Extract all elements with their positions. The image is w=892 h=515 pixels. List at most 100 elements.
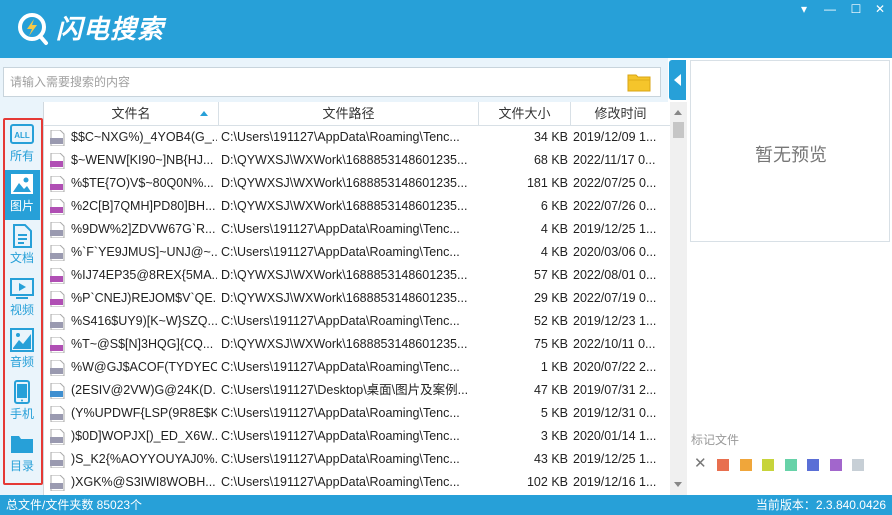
table-row[interactable]: $~WENW[KI90~]NB{HJ... D:\QYWXSJ\WXWork\16…: [44, 149, 670, 172]
table-row[interactable]: %`F`YE9JMUS]~UNJ@~... C:\Users\191127\App…: [44, 241, 670, 264]
column-header-size[interactable]: 文件大小: [479, 102, 571, 126]
menu-dropdown-button[interactable]: ▾: [796, 2, 812, 16]
mark-color-swatch[interactable]: [829, 459, 842, 471]
folder-browse-icon[interactable]: [627, 72, 651, 92]
table-row[interactable]: %9DW%2]ZDVW67G`R... C:\Users\191127\AppDa…: [44, 218, 670, 241]
file-size-cell: 34 KB: [533, 130, 568, 144]
png-file-icon: [50, 176, 65, 192]
mark-color-swatch[interactable]: [784, 459, 797, 471]
file-name-cell: $$C~NXG%)_4YOB4(G_...: [71, 130, 217, 144]
file-size-cell: 6 KB: [540, 199, 568, 213]
file-type-icon: [48, 402, 68, 425]
bmp-file-icon: [50, 314, 65, 330]
file-path-cell: C:\Users\191127\AppData\Roaming\Tenc...: [221, 406, 460, 420]
file-name-cell: %T~@S$[N]3HQG]{CQ...: [71, 337, 214, 351]
scroll-up-arrow-icon[interactable]: [674, 110, 682, 115]
table-row[interactable]: %S416$UY9)[K~W}SZQ... C:\Users\191127\App…: [44, 310, 670, 333]
png-file-icon: [50, 153, 65, 169]
bmp-file-icon: [50, 130, 65, 146]
modified-time-cell: 2019/12/25 1...: [573, 222, 657, 236]
mark-color-swatch[interactable]: [717, 459, 729, 471]
file-name-cell: (2ESIV@2VW)G@24K(D...: [71, 383, 217, 397]
file-path-cell: D:\QYWXSJ\WXWork\1688853148601235...: [221, 291, 468, 305]
file-type-icon: [48, 425, 68, 448]
search-input[interactable]: [3, 67, 661, 97]
scrollbar-thumb[interactable]: [673, 122, 684, 138]
table-row[interactable]: $$C~NXG%)_4YOB4(G_... C:\Users\191127\App…: [44, 126, 670, 149]
file-type-icon: [48, 379, 68, 402]
table-row[interactable]: )XGK%@S3IWI8WOBH... C:\Users\191127\AppDa…: [44, 471, 670, 494]
minimize-button[interactable]: —: [822, 2, 838, 16]
file-table: 文件名 文件路径 文件大小 修改时间 $$C~NXG%)_4YOB4(G_...…: [43, 102, 687, 495]
file-size-cell: 1 KB: [540, 360, 568, 374]
file-size-cell: 57 KB: [533, 268, 568, 282]
table-row[interactable]: %T~@S$[N]3HQG]{CQ... D:\QYWXSJ\WXWork\168…: [44, 333, 670, 356]
file-size-cell: 43 KB: [533, 452, 568, 466]
bmp-file-icon: [50, 245, 65, 261]
table-row[interactable]: %IJ74EP35@8REX{5MA... D:\QYWXSJ\WXWork\16…: [44, 264, 670, 287]
file-name-cell: %`F`YE9JMUS]~UNJ@~...: [71, 245, 217, 259]
file-type-icon: [48, 333, 68, 356]
file-name-cell: %P`CNEJ)REJOM$V`QE...: [71, 291, 217, 305]
file-name-cell: (Y%UPDWF{LSP(9R8E$K...: [71, 406, 217, 420]
file-path-cell: D:\QYWXSJ\WXWork\1688853148601235...: [221, 176, 468, 190]
file-type-icon: [48, 126, 68, 149]
file-size-cell: 181 KB: [526, 176, 568, 190]
bmp-file-icon: [50, 406, 65, 422]
table-row[interactable]: %W@GJ$ACOF(TYDYEC... C:\Users\191127\AppD…: [44, 356, 670, 379]
file-type-icon: [48, 448, 68, 471]
modified-time-cell: 2019/12/25 1...: [573, 452, 657, 466]
file-type-icon: [48, 195, 68, 218]
table-row[interactable]: %$TE{7O)V$~80Q0N%... D:\QYWXSJ\WXWork\168…: [44, 172, 670, 195]
vertical-scrollbar[interactable]: [670, 102, 687, 495]
scroll-down-arrow-icon[interactable]: [674, 482, 682, 487]
bmp-file-icon: [50, 222, 65, 238]
file-size-cell: 75 KB: [533, 337, 568, 351]
table-row[interactable]: )$0D]WOPJX[)_ED_X6W... C:\Users\191127\Ap…: [44, 425, 670, 448]
file-path-cell: C:\Users\191127\AppData\Roaming\Tenc...: [221, 452, 460, 466]
mark-color-swatch[interactable]: [807, 459, 819, 471]
file-path-cell: C:\Users\191127\AppData\Roaming\Tenc...: [221, 314, 460, 328]
file-name-cell: %S416$UY9)[K~W}SZQ...: [71, 314, 217, 328]
file-type-icon: [48, 310, 68, 333]
collapse-preview-button[interactable]: [669, 60, 686, 100]
file-size-cell: 47 KB: [533, 383, 568, 397]
modified-time-cell: 2020/03/06 0...: [573, 245, 657, 259]
table-row[interactable]: (Y%UPDWF{LSP(9R8E$K... C:\Users\191127\Ap…: [44, 402, 670, 425]
mark-color-swatch[interactable]: [852, 459, 864, 471]
bmp-file-icon: [50, 452, 65, 468]
file-path-cell: C:\Users\191127\AppData\Roaming\Tenc...: [221, 245, 460, 259]
mark-files-label: 标记文件: [691, 433, 740, 447]
file-type-icon: [48, 356, 68, 379]
file-path-cell: D:\QYWXSJ\WXWork\1688853148601235...: [221, 337, 468, 351]
column-header-modified[interactable]: 修改时间: [571, 102, 670, 126]
column-header-path[interactable]: 文件路径: [219, 102, 479, 126]
close-button[interactable]: ✕: [872, 2, 888, 16]
modified-time-cell: 2019/07/31 2...: [573, 383, 657, 397]
clear-mark-icon[interactable]: ✕: [694, 456, 707, 471]
file-size-cell: 4 KB: [540, 245, 568, 259]
file-size-cell: 3 KB: [540, 429, 568, 443]
png-file-icon: [50, 199, 65, 215]
table-row[interactable]: (2ESIV@2VW)G@24K(D... C:\Users\191127\Des…: [44, 379, 670, 402]
modified-time-cell: 2019/12/31 0...: [573, 406, 657, 420]
png-file-icon: [50, 337, 65, 353]
column-header-name[interactable]: 文件名: [44, 102, 219, 126]
file-name-cell: )$0D]WOPJX[)_ED_X6W...: [71, 429, 217, 443]
table-row[interactable]: )S_K2{%AOYYOUYAJ0%... C:\Users\191127\App…: [44, 448, 670, 471]
table-row[interactable]: %2C[B]7QMH]PD80]BH... D:\QYWXSJ\WXWork\16…: [44, 195, 670, 218]
table-header: 文件名 文件路径 文件大小 修改时间: [44, 102, 670, 126]
sort-ascending-icon: [200, 111, 208, 116]
file-name-cell: %W@GJ$ACOF(TYDYEC...: [71, 360, 217, 374]
file-path-cell: C:\Users\191127\AppData\Roaming\Tenc...: [221, 222, 460, 236]
mark-color-swatch[interactable]: [762, 459, 774, 471]
mark-color-swatch[interactable]: [739, 459, 752, 471]
png-file-icon: [50, 268, 65, 284]
file-path-cell: C:\Users\191127\AppData\Roaming\Tenc...: [221, 360, 460, 374]
maximize-button[interactable]: ☐: [848, 2, 864, 16]
file-name-cell: )XGK%@S3IWI8WOBH...: [71, 475, 216, 489]
file-type-icon: [48, 218, 68, 241]
modified-time-cell: 2019/12/16 1...: [573, 475, 657, 489]
table-row[interactable]: %P`CNEJ)REJOM$V`QE... D:\QYWXSJ\WXWork\16…: [44, 287, 670, 310]
column-header-label: 文件名: [111, 106, 151, 121]
